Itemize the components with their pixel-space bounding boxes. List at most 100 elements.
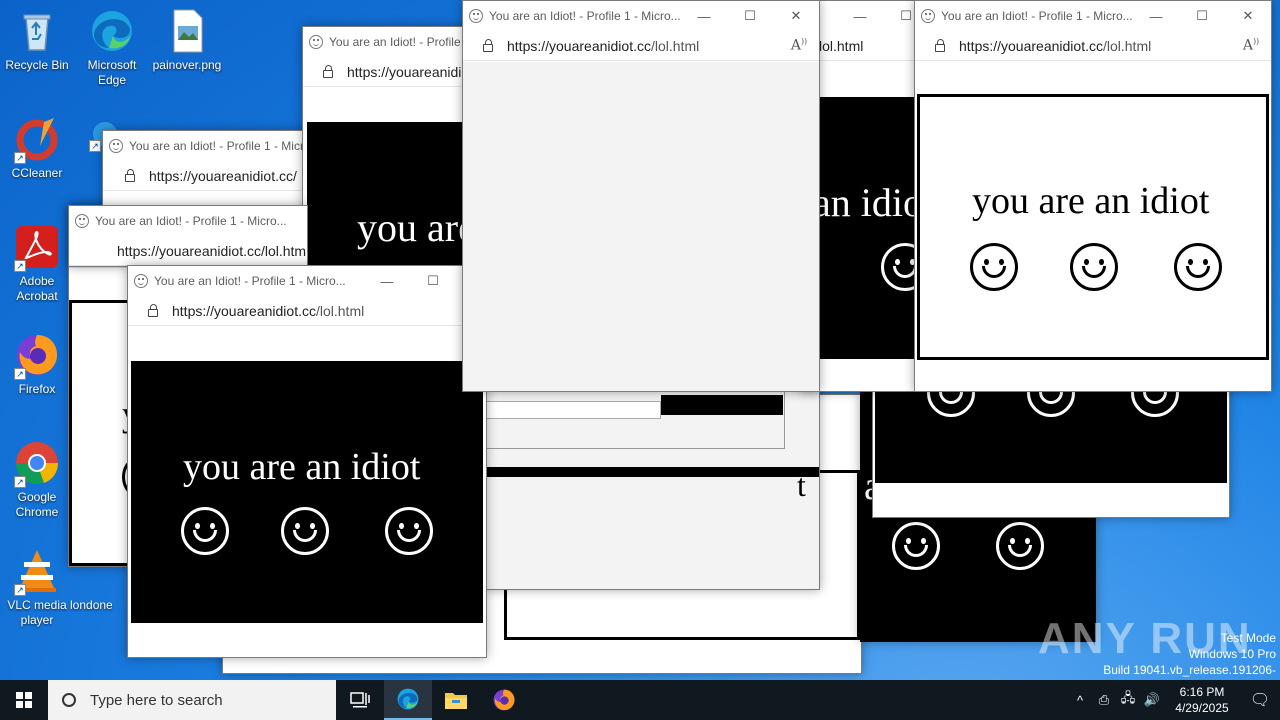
- maximize-button[interactable]: ☐: [410, 273, 456, 289]
- network-icon[interactable]: 🖧: [1116, 689, 1140, 711]
- taskbar: Type here to search ^ ⎙ 🖧 🔊 6:16 PM 4/29…: [0, 680, 1280, 720]
- url-path: /lol.html: [315, 302, 365, 319]
- shortcut-arrow-icon: ↗: [14, 368, 26, 380]
- url-text: https://youareanidiot.cc/: [149, 167, 297, 184]
- minimize-button[interactable]: —: [364, 274, 410, 289]
- lock-icon: [125, 168, 135, 182]
- minimize-button[interactable]: —: [681, 9, 727, 24]
- smiley-icon: [996, 522, 1044, 570]
- window-titlebar[interactable]: You are an Idiot! - Profile 1 - Micro...: [69, 206, 307, 236]
- window-titlebar[interactable]: — ☐: [801, 1, 929, 31]
- url-host: https://youareanidiot.cc: [507, 37, 651, 54]
- desktop-icon-chrome[interactable]: ↗ Google Chrome: [0, 440, 74, 520]
- taskbar-file-explorer-button[interactable]: [432, 680, 480, 720]
- idiot-text: an idio: [813, 180, 923, 225]
- browser-window[interactable]: t: [484, 380, 820, 590]
- volume-icon[interactable]: 🔊: [1140, 692, 1164, 708]
- window-titlebar[interactable]: You are an Idiot! - Profile 1 - Micro...: [303, 27, 471, 57]
- desktop-icon-ccleaner[interactable]: ↗ CCleaner: [0, 116, 74, 181]
- desktop-icon-label: Google Chrome: [15, 490, 59, 519]
- taskbar-edge-button[interactable]: [384, 680, 432, 720]
- desktop-icon-firefox[interactable]: ↗ Firefox: [0, 332, 74, 397]
- minimize-button[interactable]: —: [837, 9, 883, 24]
- url-host: https://youareanidiot.cc: [172, 302, 316, 319]
- address-bar[interactable]: https://youareanidiot.cc/lol.html A)): [463, 31, 819, 61]
- window-titlebar[interactable]: You are an Idiot! - Profile 1 - Micr: [103, 131, 311, 161]
- desktop-icon-recycle-bin[interactable]: Recycle Bin: [0, 8, 74, 73]
- url-text: https://youareanidi: [347, 63, 462, 80]
- browser-window[interactable]: You are an Idiot! - Profile 1 - Micro...…: [127, 265, 487, 658]
- clock[interactable]: 6:16 PM 4/29/2025: [1164, 684, 1240, 716]
- read-aloud-icon[interactable]: A)): [1231, 37, 1271, 54]
- desktop: Recycle Bin Microsoft Edge painover.png …: [0, 0, 1280, 680]
- desktop-icon-label: Firefox: [18, 382, 56, 396]
- ccleaner-icon: ↗: [14, 116, 60, 164]
- url-path: /lol.html: [650, 37, 700, 54]
- notifications-icon[interactable]: 🗨: [1240, 690, 1280, 710]
- read-aloud-icon[interactable]: A)): [779, 37, 819, 54]
- start-button[interactable]: [0, 680, 48, 720]
- device-icon[interactable]: ⎙: [1092, 692, 1116, 708]
- system-tray: ^ ⎙ 🖧 🔊 6:16 PM 4/29/2025 🗨: [1068, 680, 1280, 720]
- browser-window[interactable]: You are an Idiot! - Profile 1 - Micro...…: [302, 26, 472, 276]
- task-view-button[interactable]: [336, 680, 384, 720]
- smiley-icon: [970, 243, 1018, 291]
- taskbar-firefox-button[interactable]: [480, 680, 528, 720]
- desktop-icon-label: Adobe Acrobat: [16, 274, 58, 303]
- browser-window[interactable]: You are an Idiot! - Profile 1 - Micro...…: [68, 205, 308, 267]
- address-bar[interactable]: https://youareanidiot.cc/: [103, 161, 311, 191]
- browser-window[interactable]: You are an Idiot! - Profile 1 - Micro...…: [914, 0, 1272, 392]
- smiley-icon: [385, 507, 433, 555]
- browser-window[interactable]: You are an Idiot! - Profile 1 - Micr htt…: [102, 130, 312, 210]
- lock-icon: [483, 38, 493, 52]
- address-bar[interactable]: https://youareanidiot.cc/lol.htm: [69, 236, 307, 266]
- windows-logo-icon: [16, 692, 32, 708]
- desktop-icon-painover[interactable]: painover.png: [150, 8, 224, 73]
- shortcut-arrow-icon: ↗: [89, 140, 101, 152]
- desktop-icon-label: Microsoft Edge: [87, 58, 137, 87]
- address-bar[interactable]: https://youareanidiot.cc/lol.html A)): [915, 31, 1271, 61]
- window-title: You are an Idiot! - Profile 1 - Micro...: [329, 35, 471, 49]
- idiot-page-white: you are an idiot: [917, 94, 1269, 360]
- desktop-icon-label: Recycle Bin: [5, 58, 69, 72]
- smiley-icon: [892, 522, 940, 570]
- smiley-favicon-icon: [309, 35, 323, 49]
- firefox-icon: [493, 689, 515, 711]
- desktop-icon-edge[interactable]: Microsoft Edge: [75, 8, 149, 88]
- shortcut-arrow-icon: ↗: [14, 584, 26, 596]
- window-title: You are an Idiot! - Profile 1 - Micr: [129, 139, 304, 153]
- chrome-icon: ↗: [14, 440, 60, 488]
- window-titlebar[interactable]: You are an Idiot! - Profile 1 - Micro...…: [915, 1, 1271, 31]
- desktop-icon-acrobat[interactable]: ↗ Adobe Acrobat: [0, 224, 74, 304]
- desktop-icon-vlc[interactable]: ↗ VLC media player: [0, 548, 74, 628]
- maximize-button[interactable]: ☐: [1179, 8, 1225, 24]
- window-titlebar[interactable]: You are an Idiot! - Profile 1 - Micro...…: [128, 266, 486, 296]
- window-title: You are an Idiot! - Profile 1 - Micro...: [489, 9, 681, 23]
- chevron-up-icon[interactable]: ^: [1068, 693, 1092, 708]
- smiley-favicon-icon: [469, 9, 483, 23]
- idiot-text: you are an idiot: [183, 446, 421, 488]
- watermark-line: Windows 10 Pro: [1188, 647, 1276, 661]
- search-placeholder: Type here to search: [90, 691, 223, 709]
- desktop-icon-label: painover.png: [152, 58, 222, 72]
- smiley-favicon-icon: [75, 214, 89, 228]
- edge-icon: [89, 8, 135, 54]
- address-bar[interactable]: https://youareanidiot.cc/lol.html A: [128, 296, 486, 326]
- smiley-favicon-icon: [134, 274, 148, 288]
- close-button[interactable]: ✕: [773, 8, 819, 24]
- window-titlebar[interactable]: You are an Idiot! - Profile 1 - Micro...…: [463, 1, 819, 31]
- minimize-button[interactable]: —: [1133, 9, 1179, 24]
- window-title: You are an Idiot! - Profile 1 - Micro...: [95, 214, 287, 228]
- url-text: https://youareanidiot.cc/lol.htm: [117, 242, 307, 259]
- desktop-icon-label: CCleaner: [11, 166, 63, 180]
- close-button[interactable]: ✕: [1225, 8, 1271, 24]
- maximize-button[interactable]: ☐: [727, 8, 773, 24]
- smiley-icon: [1070, 243, 1118, 291]
- url-host: https://youareanidiot.cc: [959, 37, 1103, 54]
- address-bar[interactable]: https://youareanidi: [303, 57, 471, 87]
- taskbar-search-box[interactable]: Type here to search: [48, 680, 336, 720]
- watermark-line: Build 19041.vb_release.191206-1406: [1103, 663, 1276, 680]
- browser-window[interactable]: You are an Idiot! - Profile 1 - Micro...…: [462, 0, 820, 392]
- lock-icon: [935, 38, 945, 52]
- address-bar[interactable]: lol.html: [801, 31, 929, 61]
